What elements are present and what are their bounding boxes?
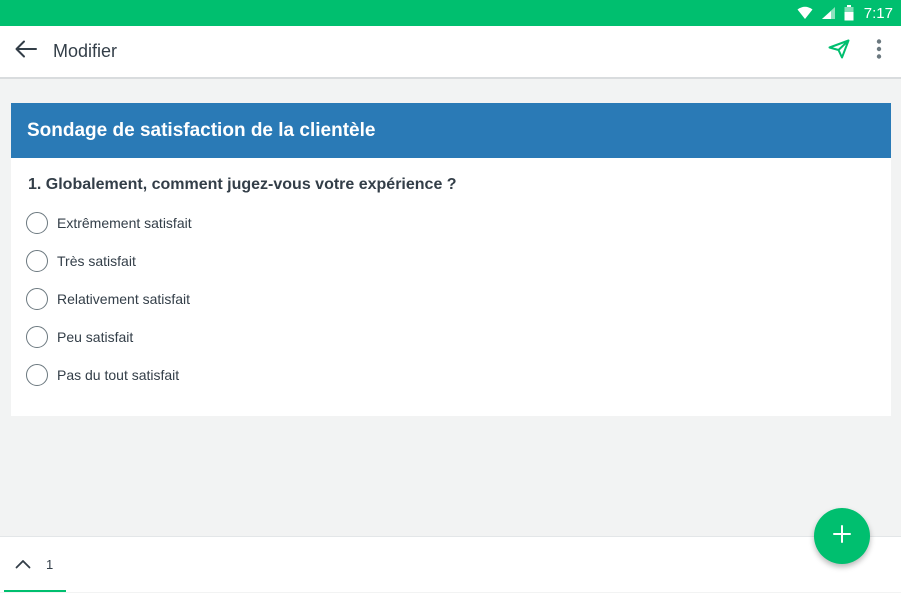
- question-title[interactable]: 1. Globalement, comment jugez-vous votre…: [11, 158, 891, 194]
- page-title: Modifier: [53, 41, 118, 61]
- radio-button[interactable]: [26, 250, 48, 272]
- answer-option-label: Pas du tout satisfait: [57, 367, 180, 383]
- answer-option[interactable]: Très satisfait: [11, 242, 891, 280]
- answer-option-label: Relativement satisfait: [57, 291, 191, 307]
- arrow-left-icon: [15, 40, 37, 63]
- survey-header: Sondage de satisfaction de la clientèle: [11, 103, 891, 158]
- radio-button[interactable]: [26, 212, 48, 234]
- page-number: 1: [46, 557, 54, 572]
- survey-title[interactable]: Sondage de satisfaction de la clientèle: [27, 120, 375, 142]
- answer-option[interactable]: Peu satisfait: [11, 318, 891, 356]
- more-vert-icon: [876, 39, 882, 64]
- status-bar: 7:17: [0, 0, 901, 26]
- radio-button[interactable]: [26, 288, 48, 310]
- answer-option-label: Peu satisfait: [57, 329, 134, 345]
- more-options-button[interactable]: [859, 25, 899, 78]
- answer-option-label: Très satisfait: [57, 253, 136, 269]
- plus-icon: [833, 524, 851, 548]
- status-time: 7:17: [863, 4, 893, 22]
- previous-page-button[interactable]: [0, 537, 46, 593]
- chevron-up-icon: [15, 556, 31, 574]
- app-bar: Modifier: [0, 26, 901, 79]
- send-icon: [828, 39, 850, 64]
- answer-option-label: Extrêmement satisfait: [57, 215, 192, 231]
- answer-options: Extrêmement satisfait Très satisfait Rel…: [11, 204, 891, 394]
- radio-button[interactable]: [26, 364, 48, 386]
- answer-option[interactable]: Extrêmement satisfait: [11, 204, 891, 242]
- survey-card: Sondage de satisfaction de la clientèle …: [11, 103, 891, 416]
- answer-option[interactable]: Pas du tout satisfait: [11, 356, 891, 394]
- radio-button[interactable]: [26, 326, 48, 348]
- wifi-icon: [797, 6, 813, 20]
- battery-icon: [844, 5, 854, 21]
- add-question-button[interactable]: [814, 508, 870, 564]
- bottom-navigation-bar: 1: [0, 536, 901, 592]
- signal-icon: [821, 6, 836, 20]
- back-button[interactable]: [0, 25, 52, 78]
- send-button[interactable]: [819, 25, 859, 78]
- answer-option[interactable]: Relativement satisfait: [11, 280, 891, 318]
